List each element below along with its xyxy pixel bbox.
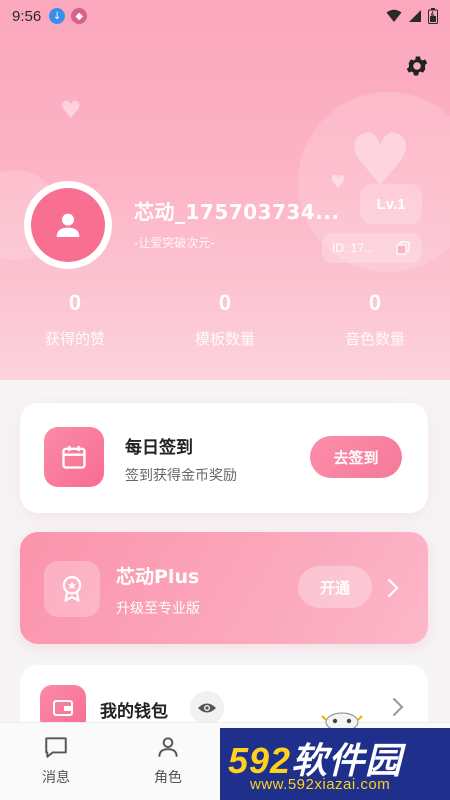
person-icon	[154, 733, 182, 761]
shield-icon: ◆	[71, 8, 88, 24]
decor-heart-icon: ♥	[330, 172, 347, 193]
toggle-visibility-button[interactable]	[190, 691, 224, 725]
watermark-number: 592	[228, 740, 292, 781]
daily-signin-card: 每日签到 签到获得金币奖励 去签到	[20, 403, 428, 513]
nav-item-messages[interactable]: 消息	[26, 733, 86, 787]
level-badge[interactable]: Lv.1	[360, 184, 422, 224]
stat-templates[interactable]: 0 模板数量	[150, 290, 300, 349]
decor-heart-icon: ♥	[60, 96, 82, 124]
daily-signin-subtitle: 签到获得金币奖励	[125, 468, 237, 484]
user-icon	[56, 213, 80, 237]
status-time: 9:56	[12, 7, 42, 25]
stat-label: 音色数量	[344, 330, 405, 348]
message-icon	[42, 733, 70, 761]
plus-title: 芯动Plus	[116, 566, 200, 588]
daily-signin-title: 每日签到	[125, 438, 193, 458]
plus-card[interactable]: 芯动Plus 升级至专业版 开通	[20, 532, 428, 644]
signal-icon	[409, 10, 421, 22]
site-watermark: 592软件园 www.592xiazai.com	[220, 728, 450, 800]
watermark-text: 软件园	[291, 740, 403, 781]
award-glyph	[62, 576, 82, 603]
chevron-right-icon	[387, 578, 399, 598]
wallet-glyph	[53, 700, 73, 716]
stat-value: 0	[218, 290, 232, 315]
avatar-circle	[31, 188, 105, 262]
copy-icon[interactable]	[396, 241, 410, 255]
avatar[interactable]	[24, 181, 112, 269]
username[interactable]: 芯动_175703734...	[134, 196, 340, 225]
settings-button[interactable]	[401, 50, 433, 82]
stat-value: 0	[368, 290, 382, 315]
battery-icon	[428, 8, 438, 24]
user-id-chip[interactable]: ID: 17...	[322, 233, 422, 263]
calendar-icon	[44, 427, 104, 487]
nav-item-characters[interactable]: 角色	[138, 733, 198, 787]
stat-label: 模板数量	[194, 330, 255, 348]
stat-voices[interactable]: 0 音色数量	[300, 290, 450, 349]
stat-label: 获得的赞	[44, 330, 105, 348]
status-bar: 9:56 ↓ ◆	[0, 0, 450, 32]
nav-label: 消息	[42, 770, 70, 786]
gear-icon	[406, 56, 428, 76]
download-icon: ↓	[49, 8, 66, 24]
chevron-right-icon	[393, 698, 404, 716]
profile-stats: 0 获得的赞 0 模板数量 0 音色数量	[0, 290, 450, 349]
stat-value: 0	[68, 290, 82, 315]
watermark-url: www.592xiazai.com	[250, 776, 391, 793]
wifi-icon	[386, 9, 402, 22]
activate-plus-button[interactable]: 开通	[298, 566, 372, 608]
award-icon	[44, 561, 100, 617]
plus-subtitle: 升级至专业版	[116, 601, 200, 617]
eye-icon	[198, 703, 216, 713]
wallet-title: 我的钱包	[100, 702, 168, 722]
signin-button[interactable]: 去签到	[310, 436, 402, 478]
stat-likes[interactable]: 0 获得的赞	[0, 290, 150, 349]
profile-motto: -让爱突破次元-	[134, 236, 215, 250]
calendar-glyph	[62, 445, 86, 469]
nav-label: 角色	[154, 770, 182, 786]
user-id-text: ID: 17...	[332, 241, 375, 255]
